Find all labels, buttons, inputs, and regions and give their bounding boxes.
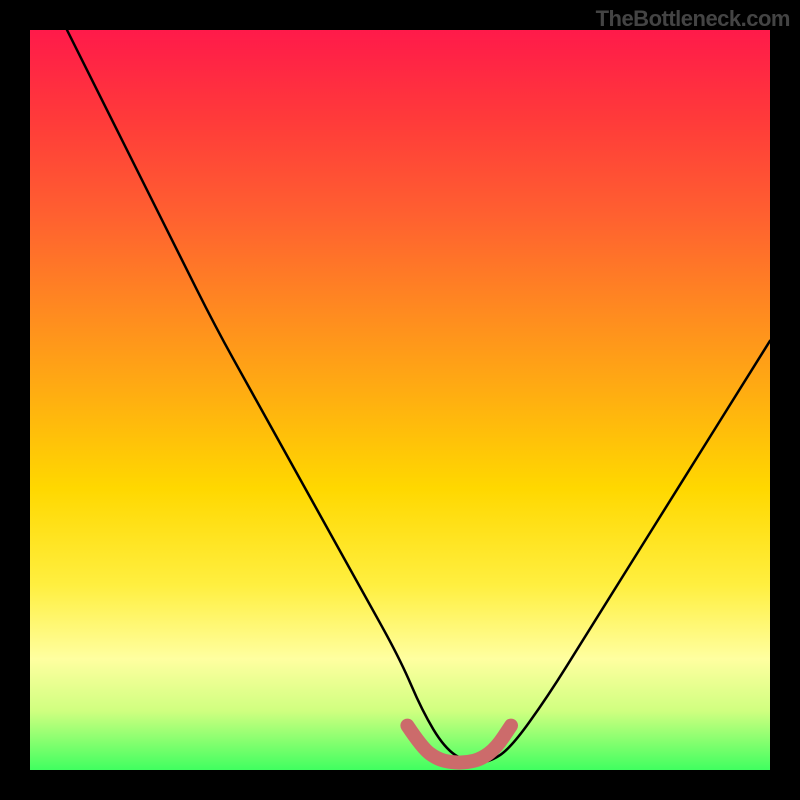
watermark-text: TheBottleneck.com: [596, 6, 790, 32]
bottleneck-curve-path: [67, 30, 770, 763]
curve-overlay: [30, 30, 770, 770]
